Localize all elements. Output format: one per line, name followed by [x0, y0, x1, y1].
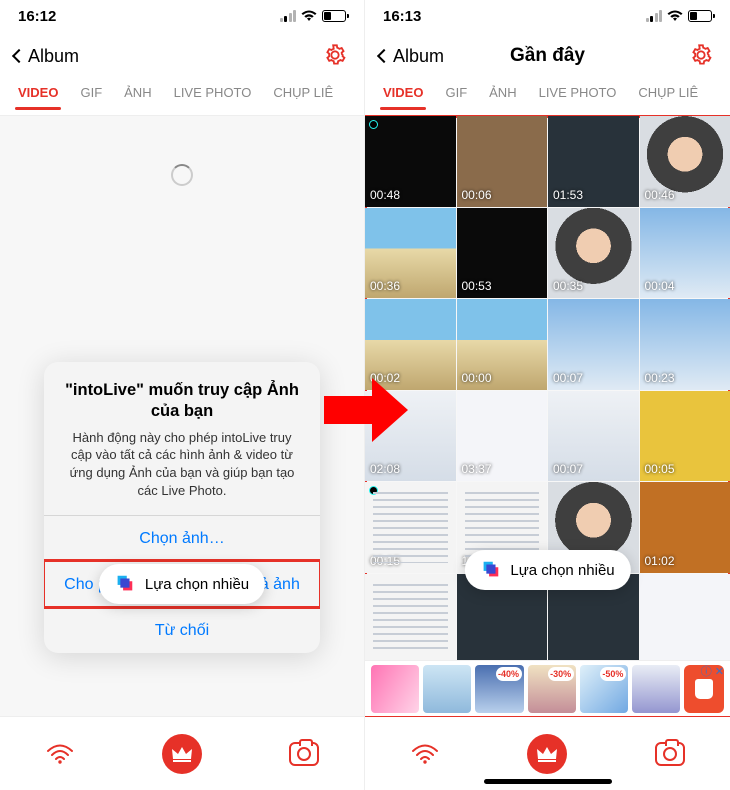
video-thumb[interactable]: 00:04	[640, 208, 730, 299]
video-thumb[interactable]: 01:53	[548, 116, 639, 207]
video-duration: 02:08	[370, 462, 400, 476]
tab-photo[interactable]: ẢNH	[124, 85, 151, 110]
video-thumb[interactable]: 00:06	[457, 116, 548, 207]
tab-photo[interactable]: ẢNH	[489, 85, 516, 110]
tab-gif[interactable]: GIF	[445, 85, 467, 110]
screen-gallery: 16:13 Album Gần đây VIDEO GIF ẢNH LIVE P…	[365, 0, 730, 790]
video-thumb[interactable]: 00:07	[548, 391, 639, 482]
bottom-bar	[0, 716, 364, 790]
video-thumb[interactable]: 00:02	[365, 299, 456, 390]
premium-button[interactable]	[527, 734, 567, 774]
video-duration: 00:48	[370, 188, 400, 202]
multi-select-button[interactable]: Lựa chọn nhiều	[99, 564, 265, 604]
video-thumb[interactable]: 00:15	[365, 482, 456, 573]
status-bar: 16:13	[365, 0, 730, 32]
media-tabs: VIDEO GIF ẢNH LIVE PHOTO CHỤP LIÊ	[365, 80, 730, 116]
tab-livephoto[interactable]: LIVE PHOTO	[539, 85, 617, 110]
content-area: 00:48 00:06 01:53 00:46 00:36 00:53 00:35 00:04…	[365, 116, 730, 716]
video-thumb[interactable]	[365, 574, 456, 665]
video-duration: 00:36	[370, 279, 400, 293]
status-time: 16:12	[18, 8, 56, 25]
video-duration: 00:07	[553, 371, 583, 385]
video-duration: 00:53	[462, 279, 492, 293]
video-duration: 00:05	[645, 462, 675, 476]
video-duration: 00:07	[553, 462, 583, 476]
multi-icon	[115, 573, 137, 595]
tiktok-icon	[369, 120, 378, 129]
video-thumb[interactable]: 00:23	[640, 299, 730, 390]
wifi-button[interactable]	[43, 737, 77, 771]
video-duration: 00:00	[462, 371, 492, 385]
video-duration: 00:15	[370, 554, 400, 568]
back-button[interactable]: Album	[379, 46, 444, 67]
camera-button[interactable]	[287, 737, 321, 771]
multi-select-button[interactable]: Lựa chọn nhiều	[464, 550, 630, 590]
ad-banner[interactable]: -40% -30% -50% ⓘ ✕	[365, 660, 730, 716]
camera-button[interactable]	[653, 737, 687, 771]
deny-button[interactable]: Từ chối	[44, 607, 320, 653]
video-thumb[interactable]: 01:02	[640, 482, 730, 573]
video-duration: 03:37	[462, 462, 492, 476]
video-thumb[interactable]: 03:37	[457, 391, 548, 482]
video-duration: 00:06	[462, 188, 492, 202]
home-indicator[interactable]	[484, 779, 612, 784]
video-duration: 01:53	[553, 188, 583, 202]
screen-permission: 16:12 Album VIDEO GIF ẢNH LIVE PHOTO CHỤ…	[0, 0, 365, 790]
multi-icon	[480, 559, 502, 581]
loading-icon	[171, 164, 193, 186]
tab-livephoto[interactable]: LIVE PHOTO	[174, 85, 252, 110]
video-thumb[interactable]: 00:00	[457, 299, 548, 390]
media-tabs: VIDEO GIF ẢNH LIVE PHOTO CHỤP LIÊ	[0, 80, 364, 116]
instruction-arrow	[324, 378, 408, 442]
content-area: "intoLive" muốn truy cập Ảnh của bạn Hàn…	[0, 116, 364, 716]
tab-video[interactable]: VIDEO	[18, 85, 58, 110]
tiktok-icon	[369, 486, 378, 495]
wifi-icon	[301, 10, 317, 22]
status-time: 16:13	[383, 8, 421, 25]
select-photos-button[interactable]: Chọn ảnh…	[44, 515, 320, 561]
video-thumb[interactable]: 00:48	[365, 116, 456, 207]
tab-continuous[interactable]: CHỤP LIÊ	[273, 85, 333, 110]
video-duration: 01:02	[645, 554, 675, 568]
header: Album	[0, 32, 364, 80]
video-duration: 00:04	[645, 279, 675, 293]
signal-icon	[646, 10, 663, 22]
chevron-left-icon	[377, 49, 391, 63]
dialog-message: Hành động này cho phép intoLive truy cập…	[44, 427, 320, 515]
video-duration: 00:23	[645, 371, 675, 385]
wifi-icon	[667, 10, 683, 22]
video-grid-highlight: 00:48 00:06 01:53 00:46 00:36 00:53 00:35 00:04…	[365, 116, 730, 716]
back-button[interactable]: Album	[14, 46, 79, 67]
video-thumb[interactable]	[640, 574, 730, 665]
tab-gif[interactable]: GIF	[80, 85, 102, 110]
gear-icon[interactable]	[690, 44, 712, 66]
video-thumb[interactable]: 00:46	[640, 116, 730, 207]
tab-video[interactable]: VIDEO	[383, 85, 423, 110]
chevron-left-icon	[12, 49, 26, 63]
signal-icon	[280, 10, 297, 22]
crown-icon	[536, 745, 558, 763]
permission-dialog: "intoLive" muốn truy cập Ảnh của bạn Hàn…	[44, 362, 320, 653]
video-duration: 00:46	[645, 188, 675, 202]
battery-icon	[322, 10, 346, 22]
video-thumb[interactable]: 00:07	[548, 299, 639, 390]
video-thumb[interactable]: 00:05	[640, 391, 730, 482]
camera-icon	[655, 742, 685, 766]
battery-icon	[688, 10, 712, 22]
header: Album Gần đây	[365, 32, 730, 80]
video-duration: 00:35	[553, 279, 583, 293]
camera-icon	[289, 742, 319, 766]
tab-continuous[interactable]: CHỤP LIÊ	[638, 85, 698, 110]
wifi-button[interactable]	[408, 737, 442, 771]
video-thumb[interactable]: 00:53	[457, 208, 548, 299]
gear-icon[interactable]	[324, 44, 346, 66]
ad-close-icon[interactable]: ⓘ ✕	[701, 663, 724, 679]
premium-button[interactable]	[162, 734, 202, 774]
dialog-title: "intoLive" muốn truy cập Ảnh của bạn	[44, 362, 320, 427]
video-thumb[interactable]: 00:36	[365, 208, 456, 299]
status-bar: 16:12	[0, 0, 364, 32]
crown-icon	[171, 745, 193, 763]
video-thumb[interactable]: 00:35	[548, 208, 639, 299]
